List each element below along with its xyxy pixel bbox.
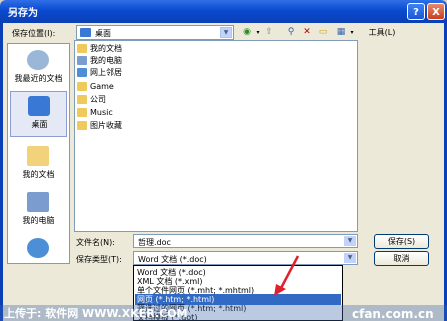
file-list[interactable]: 我的文档 我的电脑 网上邻居 Game 公司 Music 图片收藏 <box>74 40 358 232</box>
my-documents-icon <box>27 146 49 166</box>
folder-icon <box>77 108 87 117</box>
list-item[interactable]: 我的文档 <box>77 43 122 55</box>
up-folder-icon[interactable]: ⇧ <box>262 25 276 40</box>
filetype-value: Word 文档 (*.doc) <box>138 255 207 264</box>
computer-icon <box>77 56 87 65</box>
list-item[interactable]: 网上邻居 <box>77 67 122 79</box>
chevron-down-icon[interactable]: ▾ <box>254 25 262 40</box>
desktop-icon <box>80 28 91 37</box>
list-item[interactable]: Game <box>77 81 114 93</box>
save-in-label: 保存位置(I): <box>12 29 56 38</box>
list-item[interactable]: 我的电脑 <box>77 55 122 67</box>
place-my-computer[interactable]: 我的电脑 <box>10 188 67 234</box>
list-item[interactable]: 公司 <box>77 94 106 106</box>
chevron-down-icon[interactable]: ▼ <box>344 236 356 246</box>
list-item[interactable]: Music <box>77 107 113 119</box>
place-recent-docs[interactable]: 我最近的文档 <box>10 46 67 92</box>
chevron-down-icon[interactable]: ▾ <box>348 25 356 40</box>
save-in-value: 桌面 <box>95 29 111 38</box>
filename-field[interactable]: 哲理.doc ▼ <box>133 234 358 248</box>
window-title: 另存为 <box>8 8 38 19</box>
save-button[interactable]: 保存(S) <box>374 234 429 249</box>
place-network[interactable] <box>10 234 67 263</box>
cancel-button[interactable]: 取消 <box>374 251 429 266</box>
help-button[interactable]: ? <box>407 3 425 20</box>
desktop-icon <box>28 96 50 116</box>
folder-icon <box>77 121 87 130</box>
new-folder-icon[interactable]: ▭ <box>316 25 330 40</box>
annotation-arrow-icon <box>274 255 300 296</box>
filename-value: 哲理.doc <box>138 238 171 247</box>
filename-label: 文件名(N): <box>76 238 115 247</box>
places-bar: 我最近的文档 桌面 我的文档 我的电脑 <box>7 43 70 264</box>
folder-icon <box>77 95 87 104</box>
save-in-combo[interactable]: 桌面 ▼ <box>76 25 234 40</box>
views-icon[interactable]: ▦ <box>334 25 348 40</box>
folder-icon <box>77 44 87 53</box>
filetype-select[interactable]: Word 文档 (*.doc) ▼ <box>133 251 358 265</box>
folder-icon <box>77 82 87 91</box>
place-desktop[interactable]: 桌面 <box>10 91 67 137</box>
watermark-right: cfan.com.cn <box>352 307 434 321</box>
list-item[interactable]: 图片收藏 <box>77 120 122 132</box>
recent-docs-icon <box>27 50 49 70</box>
close-button[interactable]: X <box>427 3 445 20</box>
chevron-down-icon: ▼ <box>220 27 232 38</box>
search-web-icon[interactable]: ⚲ <box>284 25 298 40</box>
filetype-label: 保存类型(T): <box>76 255 122 264</box>
network-icon <box>77 68 87 77</box>
chevron-down-icon[interactable]: ▼ <box>344 253 356 263</box>
watermark-left: 上传于: 软件网 WWW.XKER.COM <box>4 307 188 320</box>
my-computer-icon <box>27 192 49 212</box>
tools-menu[interactable]: 工具(L) <box>362 25 402 40</box>
place-my-documents[interactable]: 我的文档 <box>10 142 67 188</box>
delete-icon[interactable]: ✕ <box>300 25 314 40</box>
network-places-icon <box>27 238 49 258</box>
title-bar: 另存为 ? X <box>0 0 447 23</box>
back-icon[interactable]: ◉ <box>240 25 254 40</box>
